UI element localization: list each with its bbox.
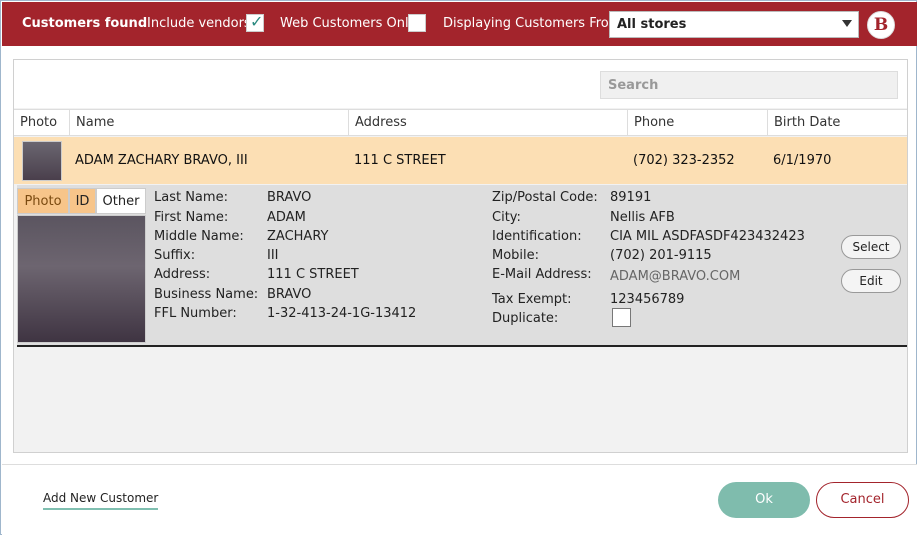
search-input[interactable] <box>601 72 897 98</box>
field-label: Address: <box>154 267 211 282</box>
field-value: 123456789 <box>610 292 685 307</box>
store-select[interactable]: All stores <box>609 11 859 38</box>
field-value: CIA MIL ASDFASDF423432423 <box>610 229 805 244</box>
dialog-title: Customers found <box>22 16 148 31</box>
field-value: ZACHARY <box>267 229 329 244</box>
customer-phone: (702) 323-2352 <box>633 153 735 168</box>
field-label: City: <box>492 210 521 225</box>
column-header-name[interactable]: Name <box>69 110 349 136</box>
customer-birth-date: 6/1/1970 <box>773 153 832 168</box>
field-label: Mobile: <box>492 248 540 263</box>
cancel-button[interactable]: Cancel <box>816 482 909 518</box>
search-area <box>14 60 907 108</box>
field-value: Nellis AFB <box>610 210 675 225</box>
field-value: 89191 <box>610 190 652 205</box>
customer-detail-panel: Photo ID Other Last Name: BRAVO First Na… <box>17 185 907 347</box>
column-header-photo[interactable]: Photo <box>14 110 69 136</box>
tab-photo[interactable]: Photo <box>17 188 69 214</box>
field-value: BRAVO <box>267 190 312 205</box>
field-value: III <box>267 248 279 263</box>
customer-photo <box>17 215 146 343</box>
table-header: Photo Name Address Phone Birth Date <box>14 109 907 136</box>
displaying-from-label: Displaying Customers From: <box>443 16 626 31</box>
customer-search-dialog: Customers found Include vendors ✓ Web Cu… <box>0 0 917 535</box>
search-box[interactable] <box>600 71 898 99</box>
field-value: 111 C STREET <box>267 267 359 282</box>
field-label: Tax Exempt: <box>492 292 572 307</box>
results-panel: Photo Name Address Phone Birth Date ADAM… <box>13 59 908 453</box>
include-vendors-label: Include vendors <box>147 16 251 31</box>
field-label: Middle Name: <box>154 229 244 244</box>
field-value: BRAVO <box>267 287 312 302</box>
field-label: First Name: <box>154 210 229 225</box>
field-label: Last Name: <box>154 190 228 205</box>
duplicate-checkbox[interactable] <box>612 308 631 327</box>
customer-address: 111 C STREET <box>354 153 446 168</box>
web-only-checkbox[interactable] <box>408 14 426 32</box>
field-value: ADAM <box>267 210 306 225</box>
column-header-birth-date[interactable]: Birth Date <box>767 110 907 136</box>
customer-name: ADAM ZACHARY BRAVO, III <box>75 153 248 168</box>
field-label: FFL Number: <box>154 306 237 321</box>
field-label: E-Mail Address: <box>492 267 592 282</box>
field-label: Identification: <box>492 229 582 244</box>
column-header-phone[interactable]: Phone <box>627 110 767 136</box>
field-label: Duplicate: <box>492 311 559 326</box>
top-bar: Customers found Include vendors ✓ Web Cu… <box>2 2 917 46</box>
email-link[interactable]: ADAM@BRAVO.COM <box>610 269 740 284</box>
select-button[interactable]: Select <box>841 235 901 259</box>
field-label: Business Name: <box>154 287 259 302</box>
field-label: Suffix: <box>154 248 196 263</box>
field-value: 1-32-413-24-1G-13412 <box>267 306 417 321</box>
edit-button[interactable]: Edit <box>841 269 901 293</box>
web-only-label: Web Customers Only <box>280 16 417 31</box>
store-select-value: All stores <box>617 17 687 32</box>
tab-id[interactable]: ID <box>69 188 96 214</box>
chevron-down-icon <box>842 20 852 27</box>
tab-other[interactable]: Other <box>96 188 146 214</box>
table-row[interactable]: ADAM ZACHARY BRAVO, III 111 C STREET (70… <box>14 137 907 184</box>
dialog-footer: Add New Customer Ok Cancel <box>2 464 917 535</box>
brand-logo: B <box>867 11 895 39</box>
ok-button[interactable]: Ok <box>718 482 810 518</box>
add-new-customer-link[interactable]: Add New Customer <box>43 491 159 510</box>
column-header-address[interactable]: Address <box>348 110 628 136</box>
field-value: (702) 201-9115 <box>610 248 712 263</box>
checkmark-icon: ✓ <box>250 12 264 31</box>
field-label: Zip/Postal Code: <box>492 190 598 205</box>
customer-photo-thumbnail <box>22 141 62 181</box>
include-vendors-checkbox[interactable]: ✓ <box>246 12 264 32</box>
